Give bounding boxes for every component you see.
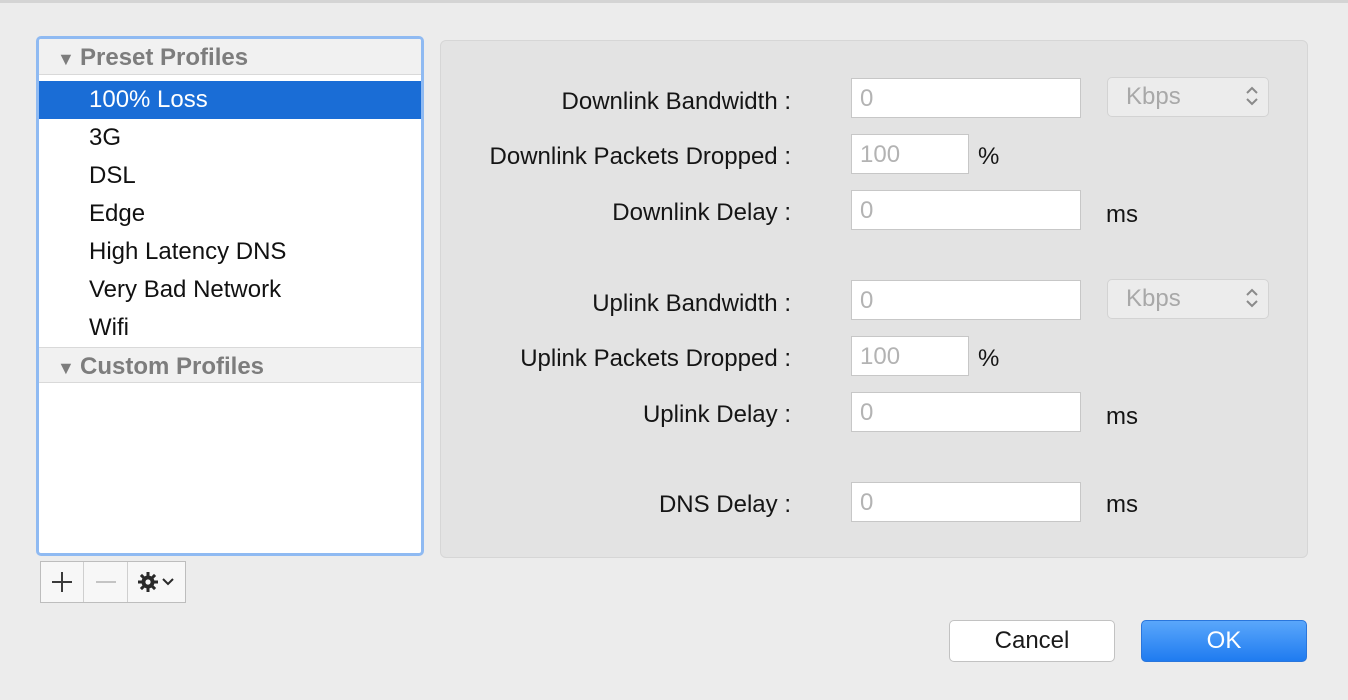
- add-profile-button[interactable]: [41, 562, 85, 602]
- updown-chevron-icon: [1246, 288, 1258, 308]
- preset-profiles-header[interactable]: ▼ Preset Profiles: [39, 39, 421, 75]
- uplink-bandwidth-label: Uplink Bandwidth :: [592, 290, 791, 317]
- custom-profiles-label: Custom Profiles: [80, 353, 265, 380]
- updown-chevron-icon: [1246, 86, 1258, 106]
- plus-icon: [52, 572, 73, 592]
- uplink-delay-unit: ms: [1106, 403, 1138, 430]
- profile-item-3g[interactable]: 3G: [39, 119, 421, 157]
- profile-item-high-latency-dns[interactable]: High Latency DNS: [39, 233, 421, 271]
- disclosure-triangle-icon[interactable]: ▼: [57, 358, 75, 379]
- disclosure-triangle-icon[interactable]: ▼: [57, 49, 75, 70]
- remove-profile-button[interactable]: [84, 562, 128, 602]
- uplink-packets-dropped-label: Uplink Packets Dropped :: [520, 345, 791, 372]
- profiles-list[interactable]: ▼ Preset Profiles 100% Loss 3G DSL Edge …: [36, 36, 424, 556]
- downlink-bandwidth-unit-popup[interactable]: Kbps: [1107, 77, 1269, 117]
- uplink-packets-dropped-input[interactable]: 100: [851, 336, 969, 376]
- profile-item-edge[interactable]: Edge: [39, 195, 421, 233]
- uplink-bandwidth-unit-popup[interactable]: Kbps: [1107, 279, 1269, 319]
- downlink-bandwidth-input[interactable]: 0: [851, 78, 1081, 118]
- gear-icon: [138, 572, 159, 592]
- window-top-edge: [0, 0, 1348, 3]
- action-menu-button[interactable]: [128, 562, 185, 602]
- preset-profiles-label: Preset Profiles: [80, 44, 249, 71]
- downlink-packets-dropped-label: Downlink Packets Dropped :: [489, 143, 791, 170]
- downlink-delay-input[interactable]: 0: [851, 190, 1081, 230]
- uplink-delay-label: Uplink Delay :: [642, 401, 791, 428]
- profile-item-100-loss[interactable]: 100% Loss: [39, 81, 421, 119]
- chevron-down-icon: [162, 578, 175, 586]
- uplink-bandwidth-unit: Kbps: [1126, 285, 1181, 312]
- downlink-delay-label: Downlink Delay :: [612, 199, 791, 226]
- profile-item-dsl[interactable]: DSL: [39, 157, 421, 195]
- downlink-bandwidth-label: Downlink Bandwidth :: [561, 88, 791, 115]
- uplink-bandwidth-input[interactable]: 0: [851, 280, 1081, 320]
- downlink-bandwidth-unit: Kbps: [1126, 83, 1181, 110]
- cancel-button[interactable]: Cancel: [949, 620, 1115, 662]
- ok-button[interactable]: OK: [1141, 620, 1307, 662]
- list-control-buttons: [40, 561, 186, 603]
- dns-delay-unit: ms: [1106, 491, 1138, 518]
- custom-profiles-header[interactable]: ▼ Custom Profiles: [39, 347, 421, 383]
- profile-item-wifi[interactable]: Wifi: [39, 309, 421, 347]
- uplink-delay-input[interactable]: 0: [851, 392, 1081, 432]
- dns-delay-label: DNS Delay :: [658, 491, 791, 518]
- uplink-packets-dropped-unit: %: [978, 345, 1000, 372]
- downlink-packets-dropped-input[interactable]: 100: [851, 134, 969, 174]
- downlink-packets-dropped-unit: %: [978, 143, 1000, 170]
- profile-item-very-bad-network[interactable]: Very Bad Network: [39, 271, 421, 309]
- dns-delay-input[interactable]: 0: [851, 482, 1081, 522]
- minus-icon: [95, 581, 116, 583]
- profile-settings-panel: Downlink Bandwidth : 0 Kbps Downlink Pac…: [440, 40, 1308, 558]
- downlink-delay-unit: ms: [1106, 201, 1138, 228]
